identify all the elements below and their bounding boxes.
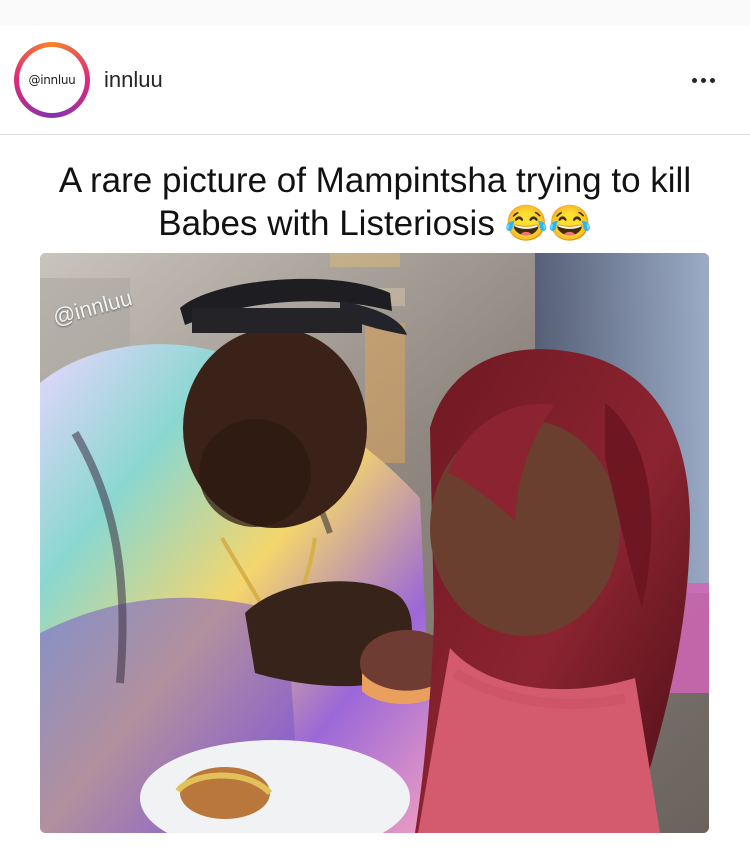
more-options-icon: [709, 77, 715, 83]
more-options-icon: [700, 77, 706, 83]
avatar[interactable]: @innluu: [19, 47, 85, 113]
meme-photo[interactable]: @innluu: [40, 253, 709, 833]
bottom-strip: [0, 845, 750, 860]
username[interactable]: innluu: [104, 67, 163, 93]
post-header: @innluu innluu: [0, 26, 750, 135]
meme-photo-illustration: [40, 253, 709, 833]
more-options-icon: [691, 77, 697, 83]
meme-caption: A rare picture of Mampintsha trying to k…: [58, 161, 692, 243]
meme-card: A rare picture of Mampintsha trying to k…: [0, 135, 750, 860]
avatar-ring[interactable]: @innluu: [14, 42, 90, 118]
top-status-strip: [0, 0, 750, 26]
more-options-button[interactable]: [678, 62, 728, 98]
avatar-logo-text: @innluu: [28, 73, 76, 87]
